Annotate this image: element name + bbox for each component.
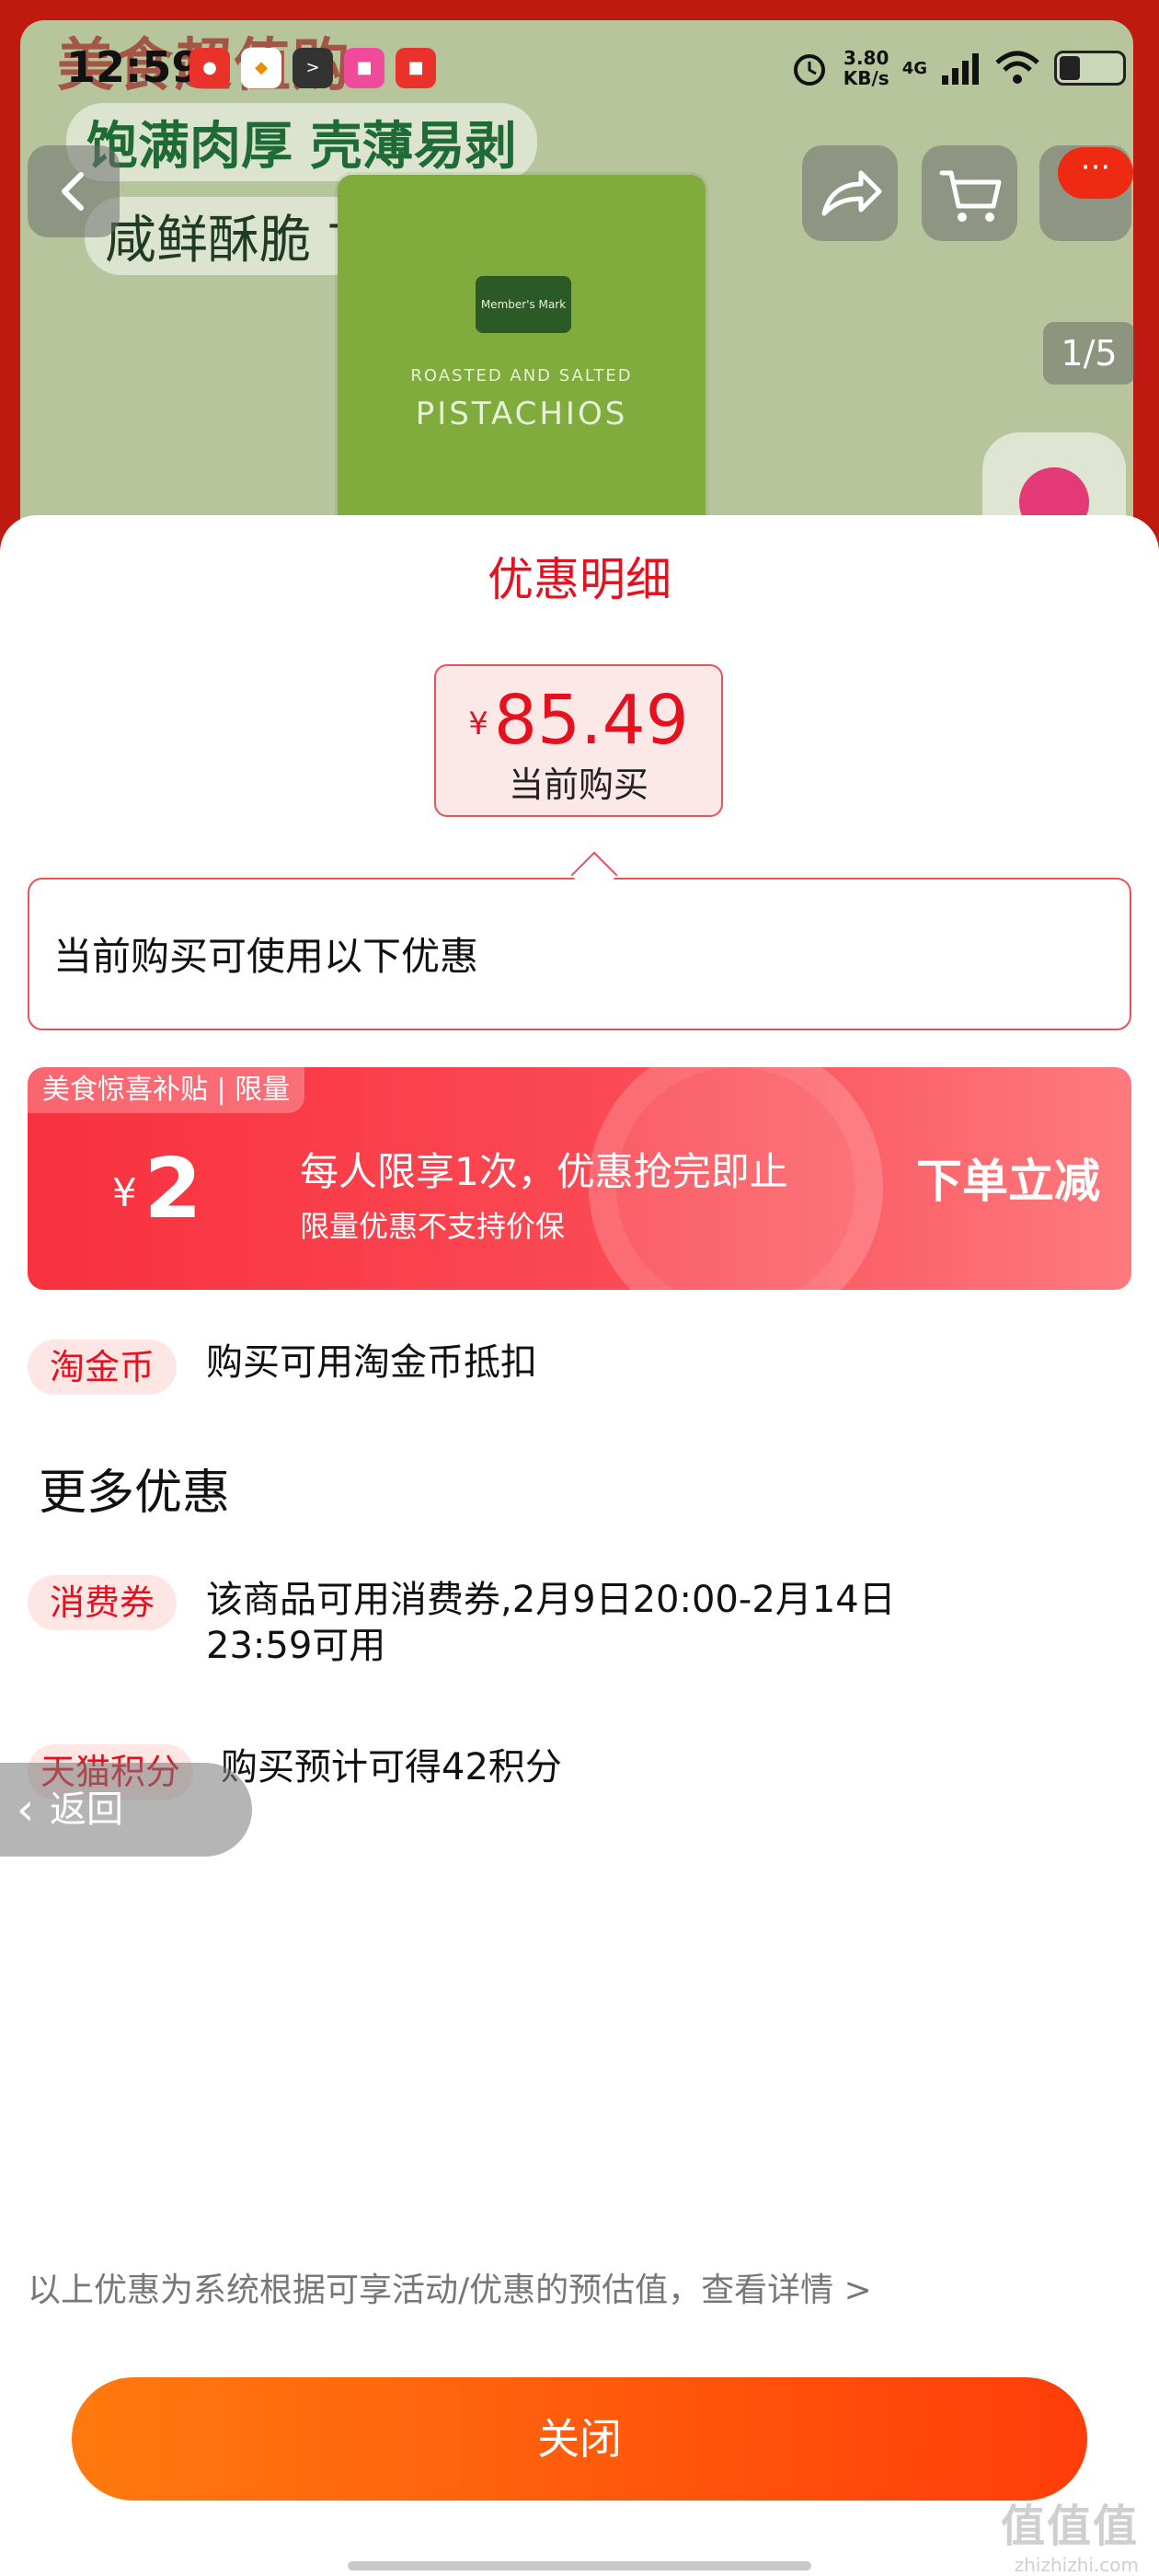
points-text: 购买预计可得42积分 (221, 1746, 562, 1788)
close-button[interactable]: 关闭 (72, 2377, 1087, 2501)
coin-tag: 淘金币 (28, 1340, 178, 1395)
product-image: Member's Mark ROASTED AND SALTED PISTACH… (338, 175, 706, 570)
details-link[interactable]: 以上优惠为系统根据可享活动/优惠的预估值，查看详情 > (28, 2263, 872, 2311)
brand-logo: Member's Mark (476, 276, 571, 333)
cart-button[interactable] (922, 145, 1017, 241)
home-indicator[interactable] (348, 2561, 811, 2570)
floating-back-label: 返回 (50, 1788, 123, 1831)
subsidy-action-label: 下单立减 (916, 1155, 1100, 1208)
signal-icon (942, 53, 979, 85)
discount-detail-sheet: 优惠明细 ¥85.49 当前购买 当前购买可使用以下优惠 美食惊喜补贴 | 限量… (0, 515, 1159, 2576)
more-icon[interactable]: ··· (1058, 147, 1133, 199)
network-type: 4G (901, 58, 927, 78)
alarm-icon (793, 54, 825, 86)
image-pager: 1/5 (1043, 322, 1135, 385)
more-discounts-title: 更多优惠 (39, 1466, 231, 1521)
voucher-row: 消费券 该商品可用消费券,2月9日20:00-2月14日 23:59可用 (28, 1575, 896, 1676)
subsidy-coupon-card[interactable]: 美食惊喜补贴 | 限量 ¥2 每人限享1次，优惠抢完即止 限量优惠不支持价保 下… (28, 1067, 1131, 1290)
subsidy-amount: ¥2 (112, 1141, 202, 1237)
coin-text: 购买可用淘金币抵扣 (206, 1341, 537, 1384)
shop-icon: ■ (396, 48, 436, 88)
battery-icon (1054, 51, 1126, 86)
app-icon: ◆ (241, 48, 281, 88)
terminal-icon: > (293, 48, 333, 88)
product-line-2: PISTACHIOS (415, 396, 628, 432)
callout-text: 当前购买可使用以下优惠 (53, 934, 479, 979)
status-bar-right: 3.80 KB/s 4G (788, 40, 1126, 96)
discount-callout: 当前购买可使用以下优惠 (28, 851, 1131, 1030)
share-icon (821, 170, 882, 216)
product-image-carousel[interactable]: 美食超值购 饱满肉厚 壳薄易剥 咸鲜酥脆 甘香回味 Member's Mark … (20, 20, 1133, 570)
back-button[interactable] (28, 145, 120, 237)
site-watermark: 值值值 zhizhizhi.com (1000, 2501, 1139, 2576)
chevron-left-icon (62, 172, 84, 211)
taobao-pay-icon: ● (189, 48, 230, 88)
cart-icon (939, 170, 1002, 222)
subsidy-main-text: 每人限享1次，优惠抢完即止 (300, 1149, 788, 1194)
voucher-tag: 消费券 (28, 1575, 178, 1630)
current-price-box: ¥85.49 当前购买 (434, 664, 723, 817)
status-time: 12:59 (66, 42, 201, 92)
price-symbol: ¥ (468, 706, 488, 742)
floating-back-button[interactable]: ‹ 返回 (0, 1763, 252, 1857)
net-speed: 3.80 KB/s (843, 47, 889, 89)
sheet-title: 优惠明细 (488, 553, 671, 606)
callout-arrow (570, 851, 618, 899)
product-page-background: 美食超值购 饱满肉厚 壳薄易剥 咸鲜酥脆 甘香回味 Member's Mark … (0, 0, 1159, 570)
slogan-1: 饱满肉厚 壳薄易剥 (66, 103, 537, 181)
subsidy-tag: 美食惊喜补贴 | 限量 (28, 1067, 305, 1113)
current-price: 85.49 (493, 681, 689, 760)
price-label: 当前购买 (508, 765, 648, 805)
product-line-1: ROASTED AND SALTED (410, 366, 633, 385)
chevron-left-icon: ‹ (17, 1784, 35, 1835)
subsidy-sub-text: 限量优惠不支持价保 (300, 1209, 566, 1244)
coin-row: 淘金币 购买可用淘金币抵扣 (28, 1340, 537, 1404)
shop-icon: ■ (344, 48, 384, 88)
wifi-icon (995, 51, 1039, 84)
share-button[interactable] (802, 145, 898, 241)
voucher-text: 该商品可用消费券,2月9日20:00-2月14日 23:59可用 (206, 1579, 896, 1667)
